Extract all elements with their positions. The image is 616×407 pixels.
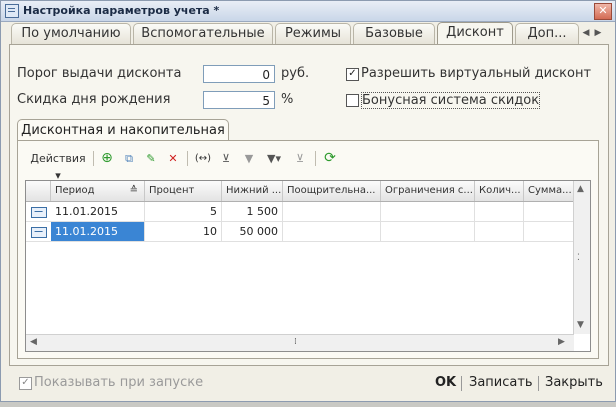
cell-restrictions[interactable] bbox=[381, 202, 475, 221]
row-record-icon bbox=[31, 207, 47, 218]
settings-window: Настройка параметров учета * ✕ По умолча… bbox=[0, 0, 616, 402]
scroll-left-icon[interactable]: ◀ bbox=[30, 337, 37, 347]
copy-icon[interactable]: ⧉ bbox=[121, 150, 137, 167]
toolbar-separator bbox=[187, 151, 188, 166]
cell-lower[interactable]: 50 000 bbox=[222, 222, 283, 241]
cell-quantity[interactable] bbox=[475, 202, 524, 221]
cell-period[interactable]: 11.01.2015 bbox=[51, 202, 145, 221]
cell-sum[interactable] bbox=[524, 202, 574, 221]
cell-percent[interactable]: 5 bbox=[145, 202, 222, 221]
save-button[interactable]: Записать bbox=[469, 375, 533, 390]
birthday-unit: % bbox=[281, 92, 294, 107]
table-row[interactable]: 11.01.2015 10 50 000 bbox=[26, 222, 574, 242]
scroll-thumb[interactable]: ⁚ bbox=[577, 253, 580, 263]
footer-separator bbox=[461, 376, 462, 391]
clear-filter-icon[interactable]: ⊻ bbox=[291, 150, 309, 167]
row-record-icon bbox=[31, 227, 47, 238]
tab-discount[interactable]: Дисконт bbox=[437, 22, 513, 45]
tab-base[interactable]: Базовые bbox=[353, 23, 435, 44]
toolbar-separator bbox=[93, 151, 94, 166]
horizontal-scrollbar[interactable]: ◀ ⁞ ▶ bbox=[26, 334, 574, 351]
cell-restrictions[interactable] bbox=[381, 222, 475, 241]
filter-set-icon[interactable]: ⊻ bbox=[217, 150, 235, 167]
vertical-scrollbar[interactable]: ▲ ⁚ ▼ bbox=[573, 181, 590, 334]
tab-auxiliary[interactable]: Вспомогательные bbox=[133, 23, 273, 44]
discount-table[interactable]: Период ≙ Процент Нижний ... Поощрительна.… bbox=[25, 180, 591, 352]
virtual-discount-checkbox[interactable]: ✓ bbox=[346, 68, 359, 81]
header-percent[interactable]: Процент bbox=[145, 181, 222, 201]
tab-scroll-right-icon[interactable]: ▶ bbox=[593, 26, 603, 40]
window-icon bbox=[5, 4, 19, 18]
cell-quantity[interactable] bbox=[475, 222, 524, 241]
show-on-start-checkbox[interactable]: ✓ bbox=[19, 377, 32, 390]
table-row[interactable]: 11.01.2015 5 1 500 bbox=[26, 202, 574, 222]
scroll-right-icon[interactable]: ▶ bbox=[558, 337, 565, 347]
footer-separator bbox=[538, 376, 539, 391]
link-icon[interactable]: (↔) bbox=[193, 150, 213, 167]
hscroll-thumb[interactable]: ⁞ bbox=[294, 337, 297, 347]
table-header: Период ≙ Процент Нижний ... Поощрительна.… bbox=[26, 181, 574, 202]
edit-icon[interactable]: ✎ bbox=[143, 150, 159, 167]
header-icon-column bbox=[26, 181, 51, 201]
birthday-discount-input[interactable]: 5 bbox=[203, 91, 275, 109]
cell-lower[interactable]: 1 500 bbox=[222, 202, 283, 221]
add-icon[interactable]: ⊕ bbox=[99, 150, 115, 167]
sort-icon: ≙ bbox=[129, 185, 138, 196]
title-bar[interactable]: Настройка параметров учета * ✕ bbox=[1, 1, 615, 22]
subtab-discount-cumulative[interactable]: Дисконтная и накопительная bbox=[17, 119, 229, 142]
header-restrictions[interactable]: Ограничения с... bbox=[381, 181, 475, 201]
virtual-discount-label: Разрешить виртуальный дисконт bbox=[361, 66, 592, 81]
cell-incentive[interactable] bbox=[283, 202, 381, 221]
close-button[interactable]: Закрыть bbox=[545, 375, 603, 390]
filter-icon[interactable]: ▼ bbox=[241, 150, 257, 167]
ok-button[interactable]: OK bbox=[435, 375, 456, 390]
header-lower[interactable]: Нижний ... bbox=[222, 181, 283, 201]
show-on-start-label: Показывать при запуске bbox=[34, 375, 204, 390]
cell-period[interactable]: 11.01.2015 bbox=[51, 222, 145, 241]
tab-additional[interactable]: Доп... bbox=[515, 23, 579, 44]
scroll-down-icon[interactable]: ▼ bbox=[577, 320, 584, 330]
toolbar-separator bbox=[315, 151, 316, 166]
header-sum[interactable]: Сумма... bbox=[524, 181, 574, 201]
header-period[interactable]: Период ≙ bbox=[51, 181, 145, 201]
birthday-label: Скидка дня рождения bbox=[17, 92, 171, 107]
filter-dropdown-icon[interactable]: ▼▾ bbox=[263, 150, 285, 167]
cell-incentive[interactable] bbox=[283, 222, 381, 241]
tab-scroll-left-icon[interactable]: ◀ bbox=[581, 26, 591, 40]
scroll-up-icon[interactable]: ▲ bbox=[577, 184, 584, 194]
header-incentive[interactable]: Поощрительна... bbox=[283, 181, 381, 201]
refresh-icon[interactable]: ⟳ bbox=[321, 150, 339, 167]
delete-icon[interactable]: ✕ bbox=[165, 150, 181, 167]
threshold-input[interactable]: 0 bbox=[203, 65, 275, 83]
table-toolbar: Действия ▾ ⊕ ⧉ ✎ ✕ (↔) ⊻ ▼ ▼▾ ⊻ ⟳ bbox=[25, 149, 585, 182]
close-window-button[interactable]: ✕ bbox=[594, 3, 612, 20]
tab-modes[interactable]: Режимы bbox=[275, 23, 351, 44]
header-quantity[interactable]: Колич... bbox=[475, 181, 524, 201]
actions-menu[interactable]: Действия ▾ bbox=[27, 150, 89, 182]
tab-strip: По умолчанию Вспомогательные Режимы Базо… bbox=[9, 22, 607, 45]
bonus-system-checkbox[interactable] bbox=[346, 94, 359, 107]
window-title: Настройка параметров учета * bbox=[23, 4, 220, 17]
threshold-label: Порог выдачи дисконта bbox=[17, 66, 182, 81]
cell-sum[interactable] bbox=[524, 222, 574, 241]
tab-defaults[interactable]: По умолчанию bbox=[11, 23, 131, 44]
actions-label: Действия bbox=[30, 152, 86, 165]
footer-bar: ✓ Показывать при запуске OK Записать Зак… bbox=[1, 369, 615, 399]
cell-percent[interactable]: 10 bbox=[145, 222, 222, 241]
threshold-unit: руб. bbox=[281, 66, 310, 81]
bonus-system-label: Бонусная система скидок bbox=[361, 92, 541, 109]
